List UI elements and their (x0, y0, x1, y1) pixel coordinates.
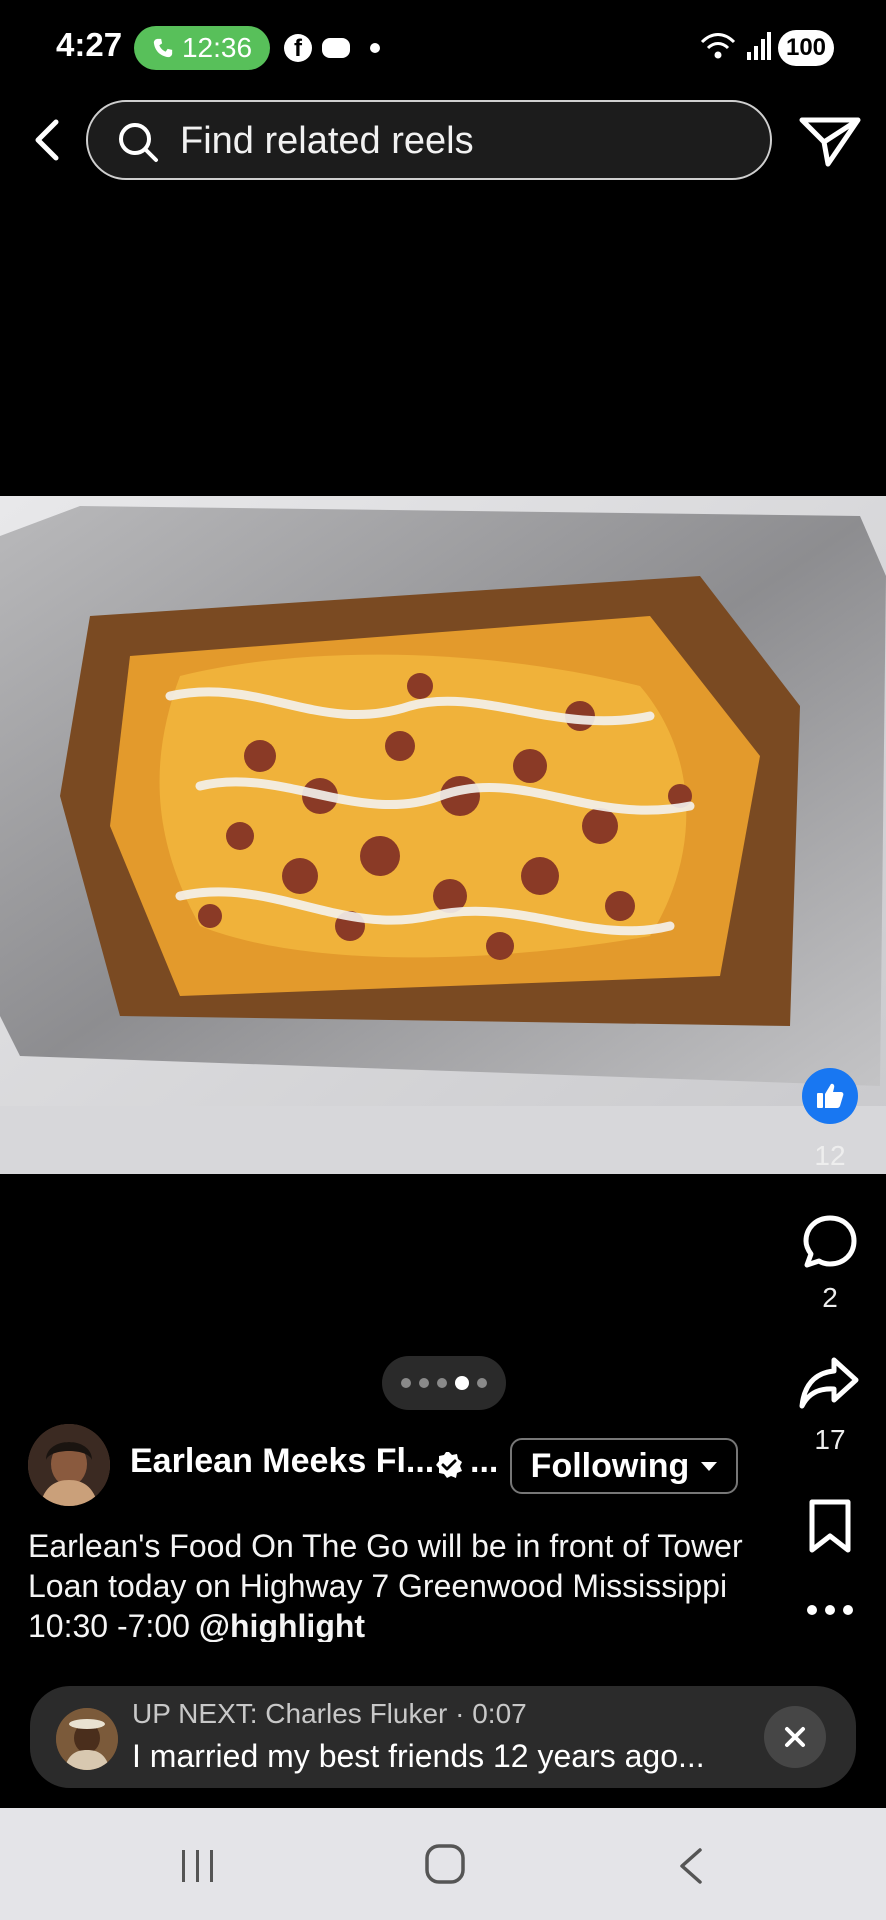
up-next-label: UP NEXT: Charles Fluker · 0:07 (132, 1698, 527, 1729)
up-next-avatar (56, 1708, 118, 1770)
search-placeholder: Find related reels (180, 120, 474, 162)
caption-text: Earlean's Food On The Go will be in fron… (28, 1528, 743, 1642)
back-arrow-icon[interactable] (22, 112, 78, 168)
notification-dot (370, 43, 380, 53)
recents-icon[interactable] (178, 1846, 218, 1886)
like-count: 12 (814, 1140, 846, 1171)
status-time: 4:27 (56, 26, 123, 63)
bookmark-icon[interactable] (806, 1496, 854, 1556)
messenger-icon (322, 38, 350, 58)
reel-photo[interactable] (0, 496, 886, 1174)
caption-mention[interactable]: @highlight (199, 1608, 365, 1642)
pager-dot (419, 1378, 429, 1388)
author-avatar[interactable] (28, 1424, 110, 1506)
send-icon[interactable] (798, 114, 862, 170)
call-indicator[interactable]: 12:36 (134, 26, 270, 70)
comment-count: 2 (822, 1282, 838, 1313)
following-label: Following (530, 1446, 690, 1485)
nav-back-icon[interactable] (676, 1846, 706, 1886)
pager-dot (401, 1378, 411, 1388)
up-next-title: I married my best friends 12 years ago..… (132, 1738, 705, 1774)
like-button[interactable] (802, 1068, 858, 1124)
share-count: 17 (814, 1424, 846, 1455)
phone-icon (153, 38, 173, 58)
carousel-pager[interactable] (382, 1356, 506, 1410)
close-icon (785, 1727, 805, 1747)
author-photo (28, 1424, 110, 1506)
system-nav-bar (0, 1808, 886, 1920)
author-name[interactable]: Earlean Meeks Fl... (130, 1442, 434, 1481)
thumbs-up-icon (817, 1083, 844, 1108)
signal-icon (747, 32, 771, 60)
following-button[interactable]: Following (510, 1438, 738, 1494)
up-next-photo (56, 1708, 118, 1770)
pager-dot (477, 1378, 487, 1388)
verified-icon (436, 1452, 462, 1478)
pager-dot (437, 1378, 447, 1388)
status-bar: 4:27 12:36 f 100 (0, 0, 886, 96)
reel-caption[interactable]: Earlean's Food On The Go will be in fron… (28, 1526, 748, 1642)
facebook-icon: f (284, 34, 312, 62)
up-next-card[interactable]: UP NEXT: Charles Fluker · 0:07 I married… (30, 1686, 856, 1788)
battery-level: 100 (778, 30, 834, 66)
home-icon[interactable] (424, 1842, 466, 1886)
search-input[interactable]: Find related reels (86, 100, 772, 180)
close-button[interactable] (764, 1706, 826, 1768)
search-icon (119, 123, 158, 162)
more-icon[interactable] (806, 1600, 854, 1620)
chevron-down-icon (701, 1461, 718, 1471)
comment-icon[interactable] (800, 1212, 860, 1272)
wifi-icon (700, 33, 736, 59)
pager-dot-active (455, 1376, 469, 1390)
call-timer: 12:36 (181, 32, 253, 63)
share-icon[interactable] (798, 1354, 860, 1410)
author-name-overflow: ... (470, 1442, 499, 1480)
